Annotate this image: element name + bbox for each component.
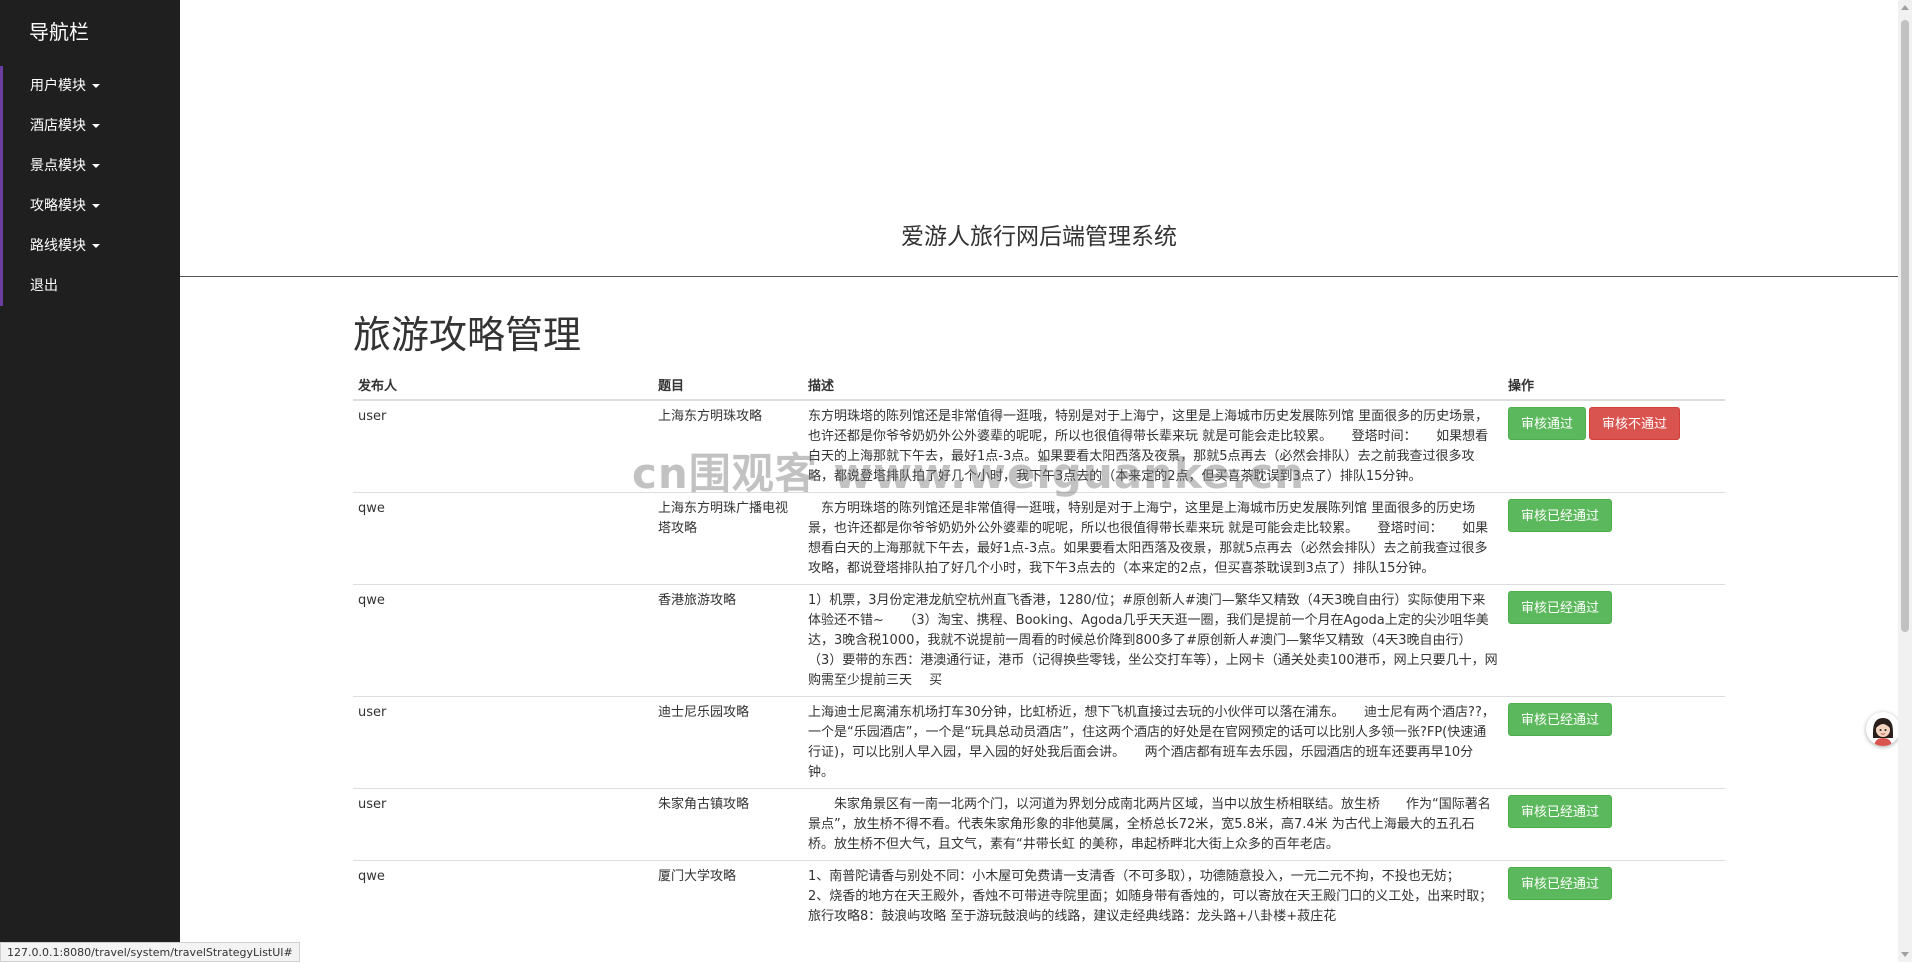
table-row: user 迪士尼乐园攻略 上海迪士尼离浦东机场打车30分钟，比虹桥近，想下飞机直… (353, 697, 1725, 789)
cell-description: 上海迪士尼离浦东机场打车30分钟，比虹桥近，想下飞机直接过去玩的小伙伴可以落在浦… (803, 697, 1503, 789)
sidebar-item-routes[interactable]: 路线模块 (3, 226, 180, 266)
cell-author: user (353, 400, 653, 493)
page-heading: 旅游攻略管理 (353, 312, 581, 358)
cell-author: user (353, 697, 653, 789)
app-header: 爱游人旅行网后端管理系统 (180, 0, 1898, 277)
cell-operations: 审核已经通过 (1503, 861, 1725, 933)
column-header-title: 题目 (653, 370, 803, 400)
strategy-table-wrap: 发布人 题目 描述 操作 user 上海东方明珠攻略 东方明珠塔的陈列馆还是非常… (353, 370, 1725, 932)
cell-description: 东方明珠塔的陈列馆还是非常值得一逛哦，特别是对于上海宁，这里是上海城市历史发展陈… (803, 493, 1503, 585)
sidebar: 导航栏 用户模块 酒店模块 景点模块 攻略模块 路线模块 退出 (0, 0, 180, 962)
sidebar-item-label: 攻略模块 (30, 198, 86, 214)
approved-button[interactable]: 审核已经通过 (1508, 795, 1612, 828)
cell-description: 东方明珠塔的陈列馆还是非常值得一逛哦，特别是对于上海宁，这里是上海城市历史发展陈… (803, 400, 1503, 493)
sidebar-item-strategies[interactable]: 攻略模块 (3, 186, 180, 226)
approve-button[interactable]: 审核通过 (1508, 407, 1586, 440)
approved-button[interactable]: 审核已经通过 (1508, 703, 1612, 736)
cell-author: qwe (353, 493, 653, 585)
cell-title: 上海东方明珠广播电视塔攻略 (653, 493, 803, 585)
cell-operations: 审核已经通过 (1503, 493, 1725, 585)
caret-down-icon (92, 164, 100, 168)
sidebar-item-label: 路线模块 (30, 238, 86, 254)
cell-author: user (353, 789, 653, 861)
cell-title: 厦门大学攻略 (653, 861, 803, 933)
cell-title: 上海东方明珠攻略 (653, 400, 803, 493)
column-header-operations: 操作 (1503, 370, 1725, 400)
vertical-scrollbar[interactable] (1898, 0, 1912, 962)
reject-button[interactable]: 审核不通过 (1589, 407, 1680, 440)
caret-down-icon (92, 124, 100, 128)
sidebar-item-label: 用户模块 (30, 78, 86, 94)
cell-description: 1、南普陀请香与别处不同：小木屋可免费请一支清香（不可多取），功德随意投入，一元… (803, 861, 1503, 933)
column-header-description: 描述 (803, 370, 1503, 400)
caret-down-icon (92, 244, 100, 248)
cell-operations: 审核已经通过 (1503, 697, 1725, 789)
sidebar-item-label: 酒店模块 (30, 118, 86, 134)
sidebar-menu: 用户模块 酒店模块 景点模块 攻略模块 路线模块 退出 (0, 66, 180, 306)
status-bar-url: 127.0.0.1:8080/travel/system/travelStrat… (0, 942, 300, 962)
cell-description: 朱家角景区有一南一北两个门，以河道为界划分成南北两片区域，当中以放生桥相联结。放… (803, 789, 1503, 861)
table-row: user 朱家角古镇攻略 朱家角景区有一南一北两个门，以河道为界划分成南北两片区… (353, 789, 1725, 861)
cell-title: 迪士尼乐园攻略 (653, 697, 803, 789)
table-header-row: 发布人 题目 描述 操作 (353, 370, 1725, 400)
sidebar-item-logout[interactable]: 退出 (3, 266, 180, 306)
assistant-avatar-icon[interactable] (1866, 712, 1900, 746)
sidebar-item-users[interactable]: 用户模块 (3, 66, 180, 106)
table-row: user 上海东方明珠攻略 东方明珠塔的陈列馆还是非常值得一逛哦，特别是对于上海… (353, 400, 1725, 493)
sidebar-item-hotels[interactable]: 酒店模块 (3, 106, 180, 146)
cell-title: 香港旅游攻略 (653, 585, 803, 697)
cell-author: qwe (353, 861, 653, 933)
cell-operations: 审核已经通过 (1503, 585, 1725, 697)
cell-operations: 审核通过审核不通过 (1503, 400, 1725, 493)
scroll-down-icon[interactable] (1901, 952, 1909, 957)
cell-title: 朱家角古镇攻略 (653, 789, 803, 861)
sidebar-item-label: 景点模块 (30, 158, 86, 174)
cell-description: 1）机票，3月份定港龙航空杭州直飞香港，1280/位；#原创新人#澳门—繁华又精… (803, 585, 1503, 697)
table-row: qwe 香港旅游攻略 1）机票，3月份定港龙航空杭州直飞香港，1280/位；#原… (353, 585, 1725, 697)
sidebar-item-label: 退出 (30, 278, 58, 294)
strategy-table: 发布人 题目 描述 操作 user 上海东方明珠攻略 东方明珠塔的陈列馆还是非常… (353, 370, 1725, 932)
caret-down-icon (92, 204, 100, 208)
cell-operations: 审核已经通过 (1503, 789, 1725, 861)
sidebar-title: 导航栏 (29, 19, 89, 45)
sidebar-item-attractions[interactable]: 景点模块 (3, 146, 180, 186)
app-title: 爱游人旅行网后端管理系统 (180, 217, 1898, 251)
scroll-up-icon[interactable] (1901, 5, 1909, 10)
column-header-author: 发布人 (353, 370, 653, 400)
approved-button[interactable]: 审核已经通过 (1508, 499, 1612, 532)
cell-author: qwe (353, 585, 653, 697)
table-row: qwe 上海东方明珠广播电视塔攻略 东方明珠塔的陈列馆还是非常值得一逛哦，特别是… (353, 493, 1725, 585)
scrollbar-thumb[interactable] (1901, 20, 1909, 632)
caret-down-icon (92, 84, 100, 88)
table-row: qwe 厦门大学攻略 1、南普陀请香与别处不同：小木屋可免费请一支清香（不可多取… (353, 861, 1725, 933)
approved-button[interactable]: 审核已经通过 (1508, 867, 1612, 900)
approved-button[interactable]: 审核已经通过 (1508, 591, 1612, 624)
